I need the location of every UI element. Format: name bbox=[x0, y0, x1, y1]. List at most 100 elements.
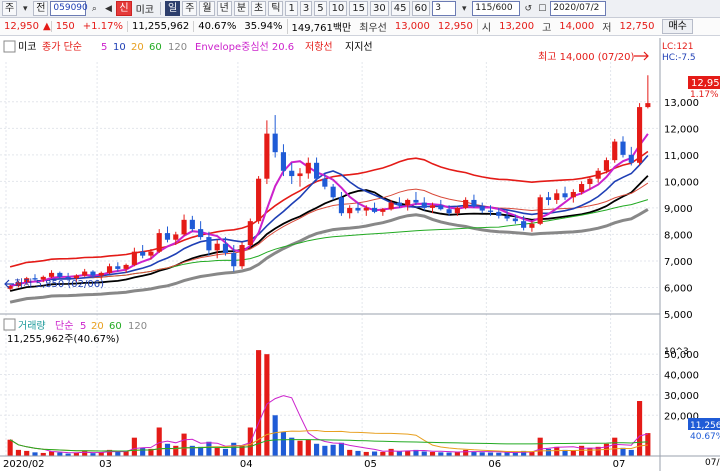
low-annotation: 최저 5,850 (02/06) bbox=[14, 278, 104, 290]
candle-body bbox=[247, 221, 253, 246]
stock-chart[interactable]: 13,00012,00011,00010,0009,0008,0007,0006… bbox=[0, 38, 720, 471]
candle-body bbox=[562, 193, 568, 198]
checkbox-icon[interactable]: ☐ bbox=[536, 2, 548, 15]
price-tick-label: 11,000 bbox=[664, 151, 699, 162]
volume-bar bbox=[15, 449, 21, 456]
candle-body bbox=[446, 209, 452, 214]
volume-bar bbox=[206, 441, 212, 456]
volume-legend-ma60: 60 bbox=[109, 321, 122, 332]
x-tick-label: 04 bbox=[240, 459, 253, 470]
candle-body bbox=[222, 243, 229, 253]
period-monthly-button[interactable]: 월 bbox=[199, 1, 215, 16]
candle-body bbox=[504, 215, 510, 219]
volume-legend-toggle-icon[interactable] bbox=[3, 318, 16, 331]
volume-bar bbox=[645, 433, 651, 456]
minute-5-button[interactable]: 5 bbox=[314, 1, 327, 16]
candle-body bbox=[256, 178, 262, 222]
legend-stock-name: 미코 bbox=[18, 41, 36, 53]
volume-bar bbox=[421, 451, 427, 456]
candle-body bbox=[48, 272, 55, 277]
count-input[interactable]: 3 bbox=[432, 1, 457, 16]
mode-button-all[interactable]: 전 bbox=[33, 1, 49, 16]
candle-body bbox=[347, 207, 353, 214]
legend-resistance: 저항선 bbox=[305, 41, 333, 53]
volume-bar bbox=[554, 446, 560, 456]
period-weekly-button[interactable]: 주 bbox=[182, 1, 198, 16]
period-second-button[interactable]: 초 bbox=[251, 1, 267, 16]
candle-body bbox=[280, 152, 287, 171]
volume-bar bbox=[380, 451, 386, 456]
volume-bar bbox=[587, 447, 593, 456]
volume-bar bbox=[479, 452, 485, 456]
volume-bar bbox=[637, 401, 643, 456]
volume-bar bbox=[454, 451, 460, 456]
volume-bar bbox=[297, 440, 303, 456]
speaker-icon[interactable]: ◀ bbox=[102, 2, 114, 15]
volume-bar bbox=[620, 447, 626, 456]
candle-body bbox=[529, 223, 535, 228]
dropdown-arrow-icon[interactable]: ▾ bbox=[458, 2, 470, 15]
open-price: 13,200 bbox=[499, 21, 535, 32]
candle-body bbox=[297, 173, 303, 177]
new-badge: 신 bbox=[116, 1, 132, 16]
price-tick-label: 12,000 bbox=[664, 124, 699, 135]
candle-body bbox=[65, 276, 71, 279]
volume-bar bbox=[438, 452, 444, 456]
mode-button-week[interactable]: 주 bbox=[2, 1, 18, 16]
minute-1-button[interactable]: 1 bbox=[285, 1, 298, 16]
date-input[interactable]: 2020/07/2 bbox=[550, 1, 607, 16]
candle-body bbox=[115, 266, 121, 269]
page-count-field[interactable]: 115/600 bbox=[472, 1, 521, 16]
corner-lc: LC:121 bbox=[662, 42, 694, 52]
trade-amount: 149,761백만 bbox=[286, 19, 356, 34]
volume-tick-label: 40,000 bbox=[664, 371, 699, 382]
candle-body bbox=[355, 207, 361, 211]
period-yearly-button[interactable]: 년 bbox=[216, 1, 232, 16]
price-tick-label: 10,000 bbox=[664, 177, 699, 188]
turnover-pct: 35.94% bbox=[244, 21, 283, 32]
candle-body bbox=[421, 202, 427, 208]
price-tick-label: 5,000 bbox=[664, 310, 693, 321]
candle-body bbox=[371, 207, 378, 212]
volume-bar bbox=[405, 450, 411, 456]
period-tick-button[interactable]: 틱 bbox=[268, 1, 284, 16]
current-price-tag-value: 12,950 bbox=[691, 78, 720, 89]
stock-code-input[interactable]: 059090 bbox=[50, 1, 88, 16]
price-change: 150 bbox=[50, 21, 79, 32]
volume-bar bbox=[131, 437, 137, 456]
minute-3-button[interactable]: 3 bbox=[299, 1, 313, 16]
volume-bar bbox=[57, 452, 63, 456]
candle-body bbox=[380, 209, 386, 212]
legend-envelope: Envelope중심선 20.6 bbox=[195, 41, 294, 53]
minute-45-button[interactable]: 45 bbox=[390, 1, 410, 16]
volume-bar bbox=[164, 443, 171, 456]
volume-bar bbox=[156, 427, 162, 456]
period-minute-button[interactable]: 분 bbox=[233, 1, 250, 16]
volume-bar bbox=[214, 447, 220, 456]
buy-button[interactable]: 매수 bbox=[662, 19, 693, 34]
minute-60-button[interactable]: 60 bbox=[411, 1, 431, 16]
low-price: 12,750 bbox=[619, 21, 655, 32]
candle-body bbox=[164, 233, 171, 240]
legend-support: 지지선 bbox=[345, 41, 373, 53]
period-daily-button[interactable]: 일 bbox=[165, 1, 181, 16]
candle-body bbox=[429, 205, 436, 208]
volume-bar bbox=[330, 444, 336, 456]
current-price: 12,950 bbox=[4, 21, 39, 32]
volume-legend-label: 거래량 bbox=[18, 320, 46, 332]
volume-legend-ma5: 5 bbox=[80, 321, 86, 332]
dropdown-arrow-icon[interactable]: ▾ bbox=[19, 2, 31, 15]
candle-body bbox=[645, 103, 651, 108]
volume-bar bbox=[140, 447, 146, 456]
candle-body bbox=[148, 251, 154, 256]
legend-toggle-icon[interactable] bbox=[3, 40, 16, 53]
reset-icon[interactable]: ↺ bbox=[522, 2, 534, 15]
open-label: 시 bbox=[476, 19, 495, 34]
minute-10-button[interactable]: 10 bbox=[328, 1, 348, 16]
candle-body bbox=[587, 178, 593, 185]
minute-15-button[interactable]: 15 bbox=[349, 1, 369, 16]
candle-body bbox=[123, 264, 129, 269]
minute-30-button[interactable]: 30 bbox=[370, 1, 389, 16]
volume-bar bbox=[198, 446, 204, 456]
search-icon[interactable]: ⌕ bbox=[88, 2, 100, 15]
